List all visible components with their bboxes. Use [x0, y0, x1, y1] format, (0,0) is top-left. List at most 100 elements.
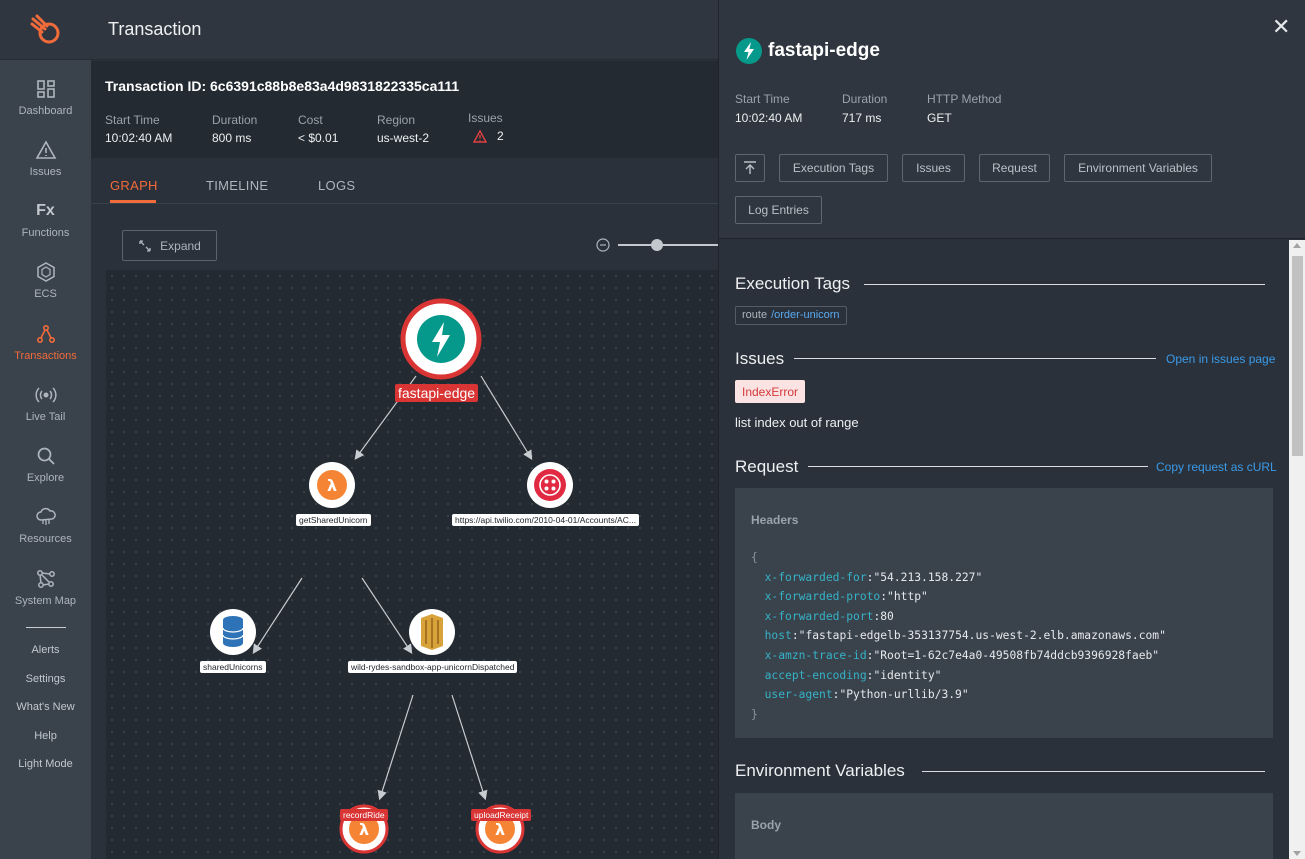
scroll-top-button[interactable] [735, 154, 765, 182]
header-value: "Root=1-62c7e4a0-49508fb74ddcb9396928fae… [873, 648, 1160, 662]
node-label-getsharedunicorn[interactable]: getSharedUnicorn [296, 514, 371, 526]
panel-scrollbar[interactable] [1289, 240, 1305, 859]
sidebar-link-alerts[interactable]: Alerts [0, 640, 91, 669]
tab-timeline[interactable]: TIMELINE [206, 178, 268, 193]
close-icon[interactable]: ✕ [1272, 14, 1290, 40]
node-label-sharedunicorns[interactable]: sharedUnicorns [200, 661, 266, 673]
header-value: "Python-urllib/3.9" [839, 688, 969, 702]
transaction-id: Transaction ID: 6c6391c88b8e83a4d9831822… [105, 78, 460, 94]
execution-tag[interactable]: route /order-unicorn [735, 306, 847, 325]
expand-label: Expand [160, 238, 201, 253]
cost-value: < $0.01 [298, 131, 339, 145]
duration-label: Duration [212, 113, 258, 127]
svg-text:λ: λ [327, 476, 337, 495]
sidebar-item-transactions[interactable]: Transactions [0, 313, 91, 374]
zoom-out-icon[interactable] [596, 238, 610, 252]
svg-text:λ: λ [495, 820, 505, 839]
headers-code: { x-forwarded-for:"54.213.158.227" x-for… [751, 548, 1166, 724]
active-tab-indicator [110, 200, 156, 203]
node-unicorndispatched [409, 609, 455, 655]
header-key: accept-encoding [764, 668, 867, 682]
sidebar-link-help[interactable]: Help [0, 726, 91, 755]
node-label-fastapi-edge[interactable]: fastapi-edge [395, 384, 479, 402]
fastapi-icon [736, 38, 762, 64]
page-title: Transaction [108, 19, 202, 39]
warning-icon [473, 129, 487, 143]
transactions-icon [36, 324, 55, 344]
error-message: list index out of range [735, 415, 859, 430]
cost-label: Cost [298, 113, 323, 127]
sidebar-item-dashboard[interactable]: Dashboard [0, 68, 91, 129]
open-in-issues-link[interactable]: Open in issues page [1166, 352, 1275, 366]
sidebar-item-label: Issues [29, 166, 62, 178]
jump-issues-button[interactable]: Issues [902, 154, 965, 182]
request-headers-box: Headers { x-forwarded-for:"54.213.158.22… [735, 488, 1273, 738]
jump-request-button[interactable]: Request [979, 154, 1050, 182]
header-line: user-agent:"Python-urllib/3.9" [764, 688, 969, 702]
scroll-down-arrow-icon[interactable] [1293, 851, 1301, 856]
sidebar-item-resources[interactable]: Resources [0, 496, 91, 557]
header-line: x-forwarded-port:80 [764, 609, 894, 623]
zoom-slider-handle[interactable] [651, 239, 663, 251]
graph-canvas[interactable]: λ λ λ fastapi-edge getSharedUnicorn http… [106, 270, 718, 859]
header-value: "54.213.158.227" [873, 570, 983, 584]
tag-value: /order-unicorn [771, 309, 840, 321]
app-logo[interactable] [0, 0, 91, 60]
sidebar-item-system-map[interactable]: System Map [0, 558, 91, 619]
sidebar-item-live-tail[interactable]: Live Tail [0, 374, 91, 435]
sidebar-item-ecs[interactable]: ECS [0, 251, 91, 312]
header-value: "http" [887, 590, 928, 604]
node-getsharedunicorn: λ [309, 462, 355, 508]
edge-getshared-dispatched [361, 577, 413, 655]
sidebar-link-light-mode[interactable]: Light Mode [0, 754, 91, 783]
node-sharedunicorns [210, 609, 256, 655]
node-label-unicorndispatched[interactable]: wild-rydes-sandbox-app-unicornDispatched [348, 661, 518, 673]
sidebar-link-whats-new[interactable]: What's New [0, 697, 91, 726]
tab-logs[interactable]: LOGS [318, 178, 355, 193]
jump-log-entries-button[interactable]: Log Entries [735, 196, 822, 224]
node-label-twilio[interactable]: https://api.twilio.com/2010-04-01/Accoun… [452, 514, 639, 526]
detail-title: fastapi-edge [736, 38, 880, 64]
scroll-up-arrow-icon[interactable] [1293, 243, 1301, 248]
sidebar-item-label: Resources [19, 533, 72, 545]
sidebar-item-label: ECS [34, 288, 57, 300]
sidebar-item-issues[interactable]: Issues [0, 129, 91, 190]
duration-value: 800 ms [212, 131, 252, 145]
header-key: x-forwarded-for [764, 570, 867, 584]
zoom-slider-track[interactable] [618, 244, 718, 246]
detail-panel-body[interactable]: Execution Tags route /order-unicorn Issu… [719, 240, 1305, 859]
scrollbar-thumb[interactable] [1292, 256, 1303, 456]
error-type-badge[interactable]: IndexError [735, 380, 806, 403]
broadcast-icon [34, 387, 57, 403]
jump-execution-tags-button[interactable]: Execution Tags [779, 154, 888, 182]
tab-graph[interactable]: GRAPH [110, 178, 158, 193]
issues-count: 2 [497, 129, 504, 143]
issues-meta[interactable]: Issues 2 [468, 111, 504, 143]
sidebar-item-functions[interactable]: Fx Functions [0, 190, 91, 251]
expand-icon [139, 239, 151, 252]
node-label-uploadreceipt[interactable]: uploadReceipt [471, 809, 532, 821]
transaction-summary: Transaction ID: 6c6391c88b8e83a4d9831822… [91, 61, 718, 158]
hexagon-icon [36, 262, 55, 282]
node-label-recordride[interactable]: recordRide [340, 809, 388, 821]
region-meta: Region us-west-2 [377, 113, 429, 145]
copy-curl-link[interactable]: Copy request as cURL [1156, 460, 1277, 474]
section-divider [864, 284, 1265, 285]
start-time-meta: Start Time 10:02:40 AM [105, 113, 172, 145]
scroll-to-top-icon [744, 161, 756, 174]
detail-http-method: HTTP Method GET [927, 92, 1001, 125]
sidebar: Dashboard Issues Fx Functions ECS Transa… [0, 0, 91, 859]
json-open-brace: { [751, 551, 758, 564]
header-key: x-forwarded-proto [764, 590, 881, 604]
graph-toolbar: Expand [106, 220, 718, 270]
detail-title-text: fastapi-edge [768, 40, 880, 61]
expand-button[interactable]: Expand [122, 230, 217, 261]
graph-edges: λ λ λ [210, 298, 573, 854]
dashboard-icon [36, 80, 55, 98]
detail-duration-value: 717 ms [842, 111, 882, 125]
header-key: x-amzn-trace-id [764, 648, 867, 662]
jump-environment-variables-button[interactable]: Environment Variables [1064, 154, 1212, 182]
cloud-icon [35, 507, 56, 525]
sidebar-item-explore[interactable]: Explore [0, 435, 91, 496]
sidebar-link-settings[interactable]: Settings [0, 669, 91, 698]
